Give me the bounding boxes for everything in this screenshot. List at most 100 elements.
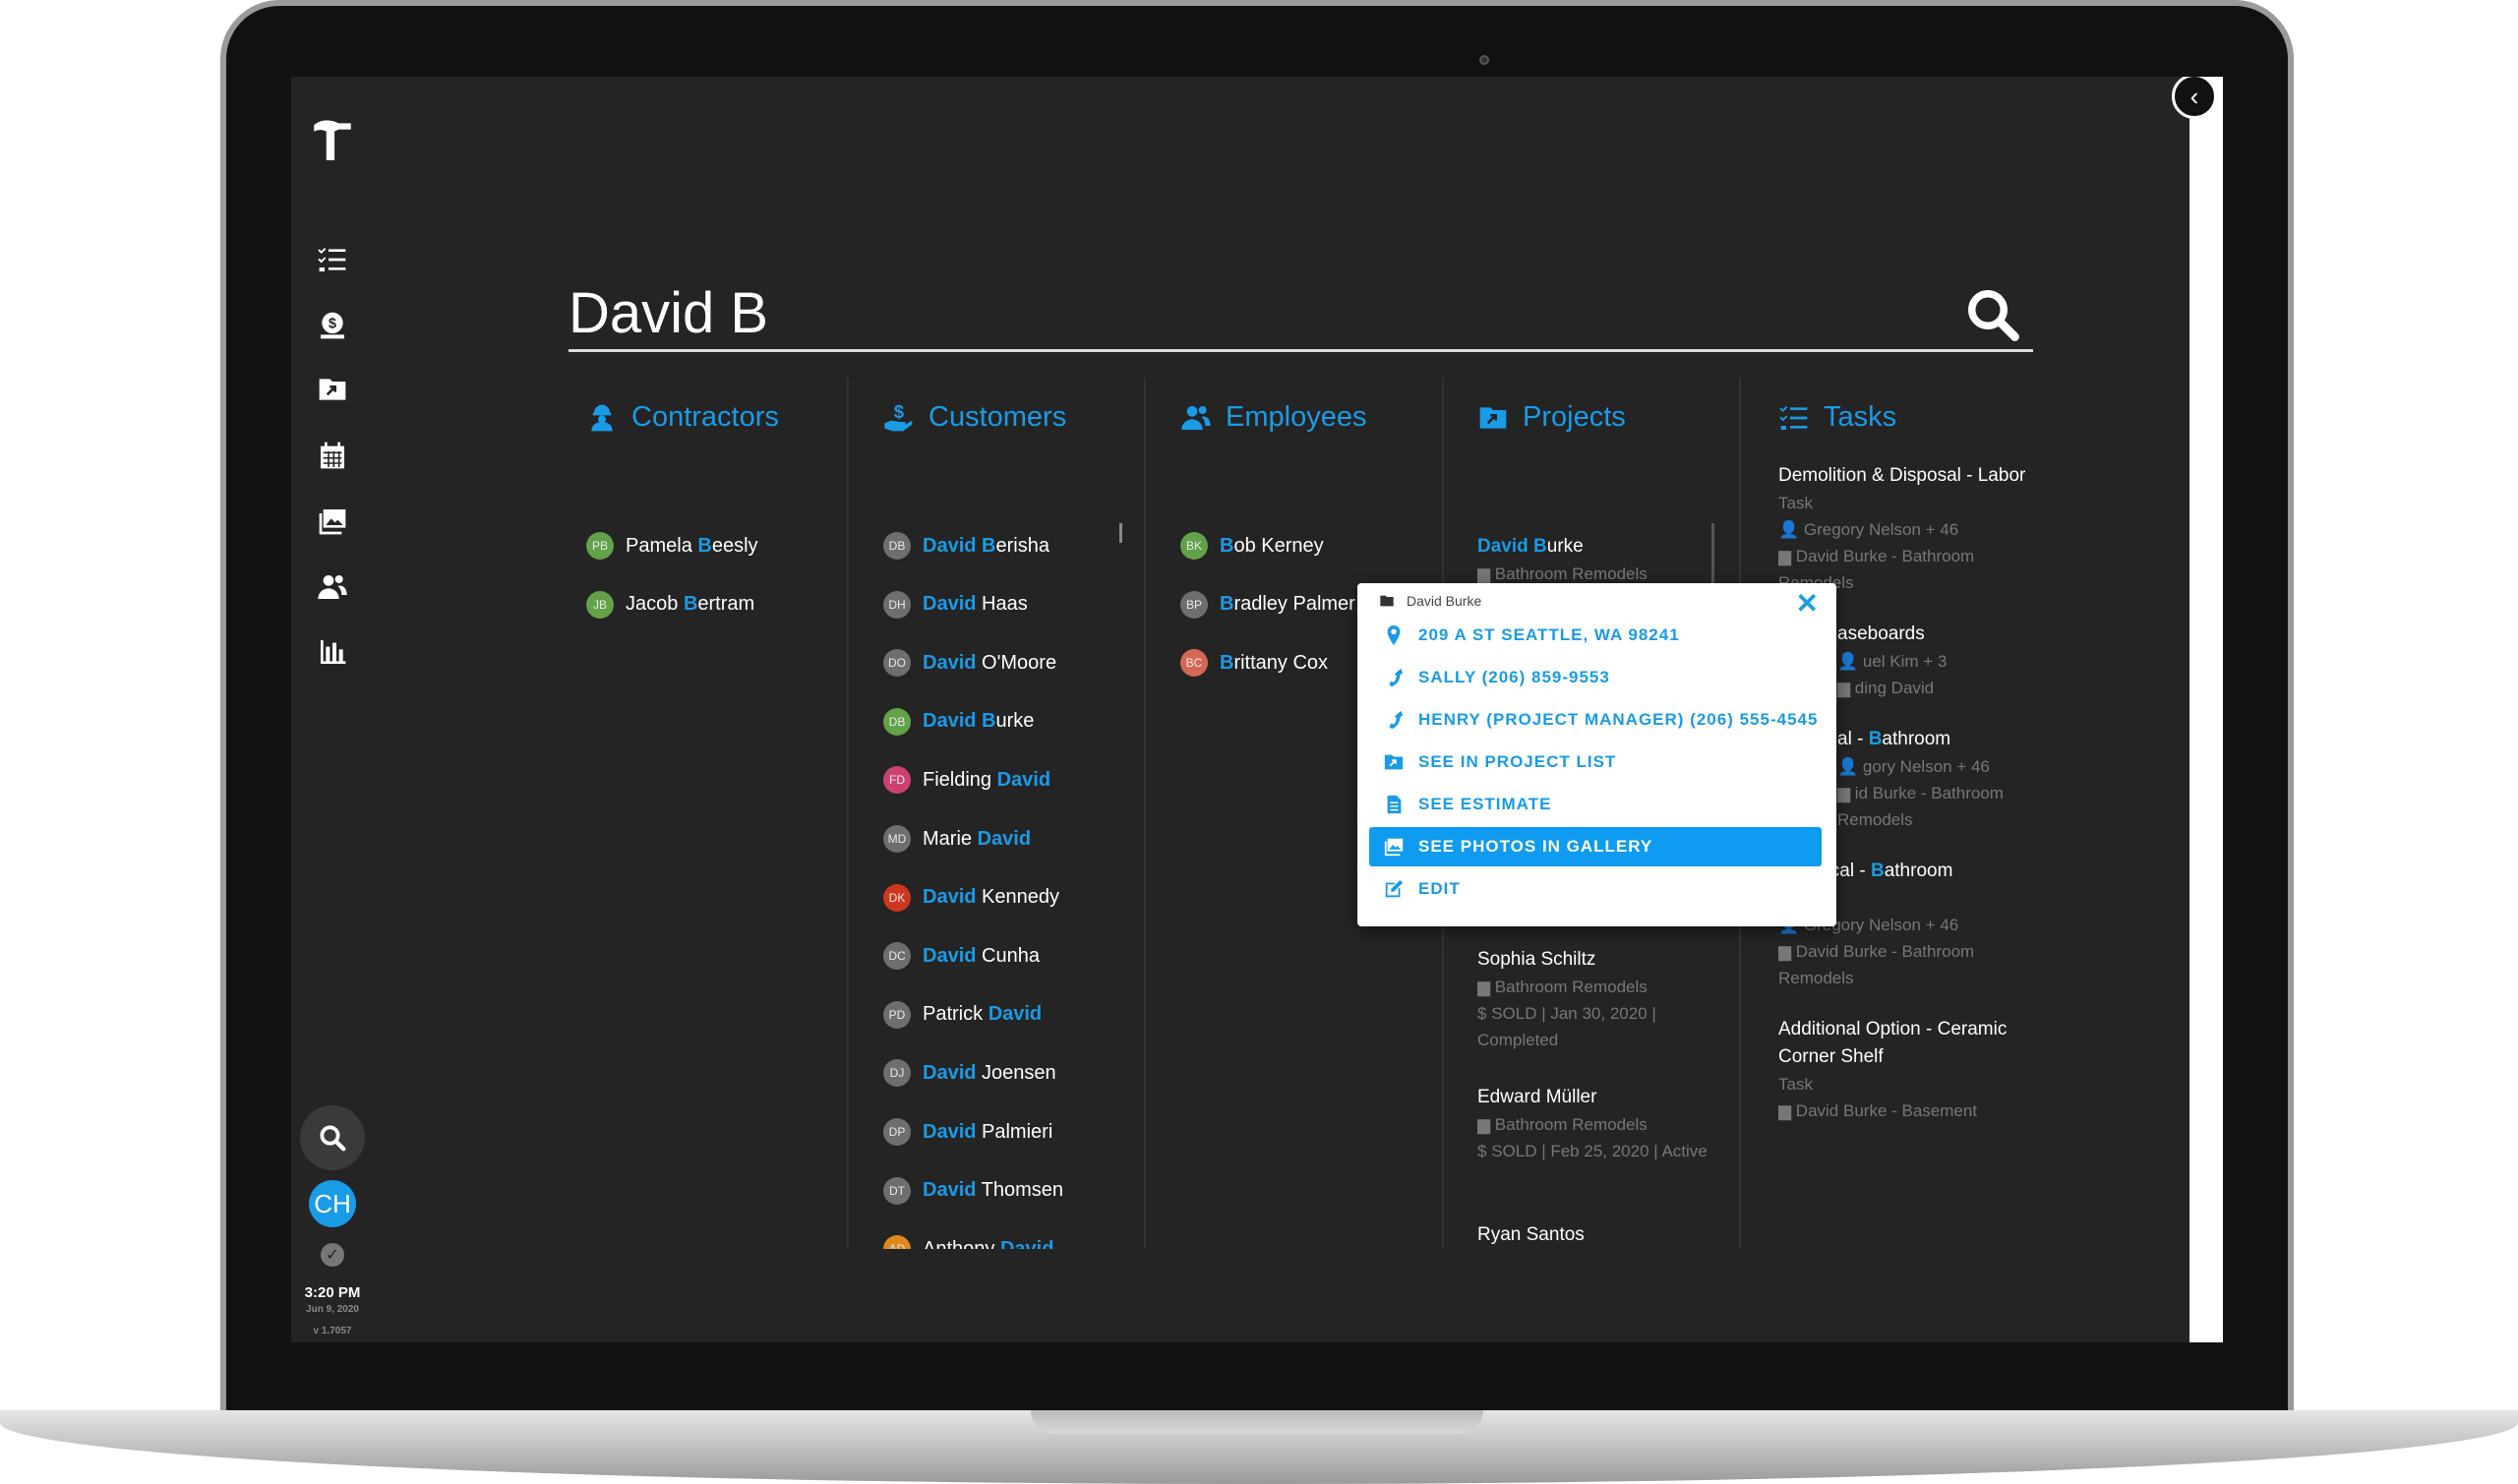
employees-header: Employees <box>1180 401 1366 434</box>
name-text: eesly <box>711 534 758 557</box>
task-project: id Burke - Bathroom Remodels <box>1837 784 2004 829</box>
person-icon: 👤 <box>1837 757 1863 776</box>
search-result-project[interactable]: Ryan Santos▆ In Ground Pool Install <box>1477 1221 1713 1249</box>
search-result-customer[interactable]: DP David Palmieri <box>883 1118 1052 1146</box>
column-title: Contractors <box>631 401 779 433</box>
search-result-employee[interactable]: BK Bob Kerney <box>1180 532 1324 560</box>
app-version: v 1.7057 <box>313 1326 352 1336</box>
column-title: Employees <box>1226 401 1367 433</box>
hammer-logo-icon[interactable] <box>307 114 358 165</box>
result-name: David O'Moore <box>923 652 1056 675</box>
popup-menu-item[interactable]: HENRY (PROJECT MANAGER) (206) 555-4545 <box>1369 700 1822 740</box>
avatar: DK <box>883 883 911 912</box>
search-result-customer[interactable]: AD Anthony David <box>883 1235 1053 1249</box>
popup-menu-item[interactable]: SEE ESTIMATE <box>1369 785 1822 824</box>
avatar: DB <box>883 707 911 736</box>
name-text: athroom <box>1882 729 1951 749</box>
search-result-customer[interactable]: DT David Thomsen <box>883 1176 1063 1205</box>
search-input[interactable]: David B <box>569 283 2033 352</box>
result-name: David Joensen <box>923 1062 1056 1085</box>
popup-menu-item[interactable]: SEE PHOTOS IN GALLERY <box>1369 827 1822 866</box>
search-icon[interactable] <box>1963 285 2022 344</box>
search-result-customer[interactable]: MD Marie David <box>883 825 1031 853</box>
match-highlight: David <box>996 768 1051 791</box>
gallery-icon[interactable] <box>315 504 350 539</box>
search-result-customer[interactable]: DO David O'Moore <box>883 649 1056 678</box>
popup-menu-item[interactable]: 209 A ST SEATTLE, WA 98241 <box>1369 616 1822 655</box>
project-folder-icon: ▆ <box>1837 679 1855 697</box>
name-text: Anthony <box>923 1237 1000 1249</box>
user-avatar[interactable]: CH <box>309 1180 356 1227</box>
match-highlight: B <box>1533 536 1547 557</box>
project-folder-icon <box>1380 595 1394 607</box>
name-text: Palmieri <box>976 1120 1053 1143</box>
name-text: athroom <box>1884 861 1953 881</box>
search-result-task[interactable]: Additional Option - Ceramic Corner Shelf… <box>1778 1016 2044 1124</box>
contractor-icon <box>591 404 613 431</box>
estimates-icon[interactable]: $ <box>315 308 350 343</box>
task-name: Demolition & Disposal - Labor <box>1778 462 2044 490</box>
task-project: David Burke - Bathroom Remodels <box>1778 942 1975 987</box>
customer-hand-dollar-icon: $ <box>884 402 913 431</box>
name-text: Ryan Santos <box>1477 1224 1585 1245</box>
search-result-project[interactable]: Edward Müller ▆ Bathroom Remodels $ SOLD |… <box>1477 1084 1713 1164</box>
result-name: Bradley Palmer <box>1220 593 1355 616</box>
search-result-customer[interactable]: DB David Burke <box>883 707 1034 736</box>
search-result-customer[interactable]: FD Fielding David <box>883 766 1050 795</box>
search-result-customer[interactable]: DH David Haas <box>883 590 1028 619</box>
search-result-customer[interactable]: PD Patrick David <box>883 1000 1042 1029</box>
match-highlight: David <box>923 1179 977 1202</box>
search-result-employee[interactable]: BC Brittany Cox <box>1180 649 1328 678</box>
result-name: Brittany Cox <box>1220 652 1328 675</box>
reports-icon[interactable] <box>315 634 350 670</box>
project-folder-icon: ▆ <box>1778 1101 1796 1120</box>
search-button[interactable] <box>300 1105 365 1170</box>
folder-icon: ▆ <box>1477 564 1495 583</box>
column-title: Projects <box>1523 401 1626 433</box>
result-name: Fielding David <box>923 769 1050 792</box>
laptop-notch <box>1031 1410 1483 1434</box>
popup-menu-item[interactable]: SALLY (206) 859-9553 <box>1369 658 1822 697</box>
project-category: Bathroom Remodels <box>1494 1115 1648 1134</box>
name-text: Marie <box>923 827 978 850</box>
result-name: David Berisha <box>923 535 1049 558</box>
phone-icon <box>1389 668 1404 687</box>
menu-item-label: SEE ESTIMATE <box>1418 795 1552 813</box>
search-result-customer[interactable]: DJ David Joensen <box>883 1059 1056 1088</box>
menu-item-label: 209 A ST SEATTLE, WA 98241 <box>1418 625 1680 644</box>
project-category: Bathroom Remodels <box>1494 978 1648 996</box>
search-result-customer[interactable]: DC David Cunha <box>883 942 1040 971</box>
result-name: Pamela Beesly <box>626 535 758 558</box>
popup-menu-item[interactable]: EDIT <box>1369 869 1822 909</box>
tasks-header: Tasks <box>1778 401 1896 434</box>
search-result-employee[interactable]: BP Bradley Palmer <box>1180 590 1355 619</box>
scrollbar[interactable] <box>1119 523 1122 543</box>
name-text: Additional Option - Ceramic Corner Shelf <box>1778 1019 2008 1067</box>
tasks-icon[interactable] <box>315 242 350 277</box>
project-status: SOLD | Feb 25, 2020 | Active <box>1491 1142 1708 1160</box>
name-text: rittany Cox <box>1233 651 1329 674</box>
people-icon[interactable] <box>315 569 350 605</box>
search-result-contractor[interactable]: JB Jacob Bertram <box>586 590 754 619</box>
task-people: Gregory Nelson + 46 <box>1803 520 1959 539</box>
search-result-contractor[interactable]: PB Pamela Beesly <box>586 532 758 560</box>
search-result-customer[interactable]: DK David Kennedy <box>883 883 1059 912</box>
projects-icon[interactable] <box>315 372 350 407</box>
project-status: SOLD | Jan 30, 2020 | Completed <box>1477 1004 1656 1049</box>
result-name: Marie David <box>923 828 1031 851</box>
dollar-icon: $ <box>1477 1142 1492 1160</box>
search-result-project[interactable]: Sophia Schiltz ▆ Bathroom Remodels $ SOLD … <box>1477 946 1713 1053</box>
search-result-customer[interactable]: DB David Berisha <box>883 532 1049 560</box>
avatar: BC <box>1180 649 1208 678</box>
match-highlight: B <box>683 593 698 616</box>
phone-icon <box>1389 710 1404 730</box>
gallery-icon <box>1384 838 1404 857</box>
search-result-task[interactable]: Demolition & Disposal - Labor Task 👤 Grego… <box>1778 462 2044 596</box>
document-icon <box>1387 795 1402 814</box>
calendar-icon[interactable] <box>315 438 350 473</box>
project-name: Ryan Santos <box>1477 1221 1713 1249</box>
match-highlight: David <box>923 1120 977 1143</box>
name-text: ob Kerney <box>1233 534 1324 557</box>
name-text: Fielding <box>923 768 997 791</box>
popup-menu-item[interactable]: SEE IN PROJECT LIST <box>1369 742 1822 782</box>
